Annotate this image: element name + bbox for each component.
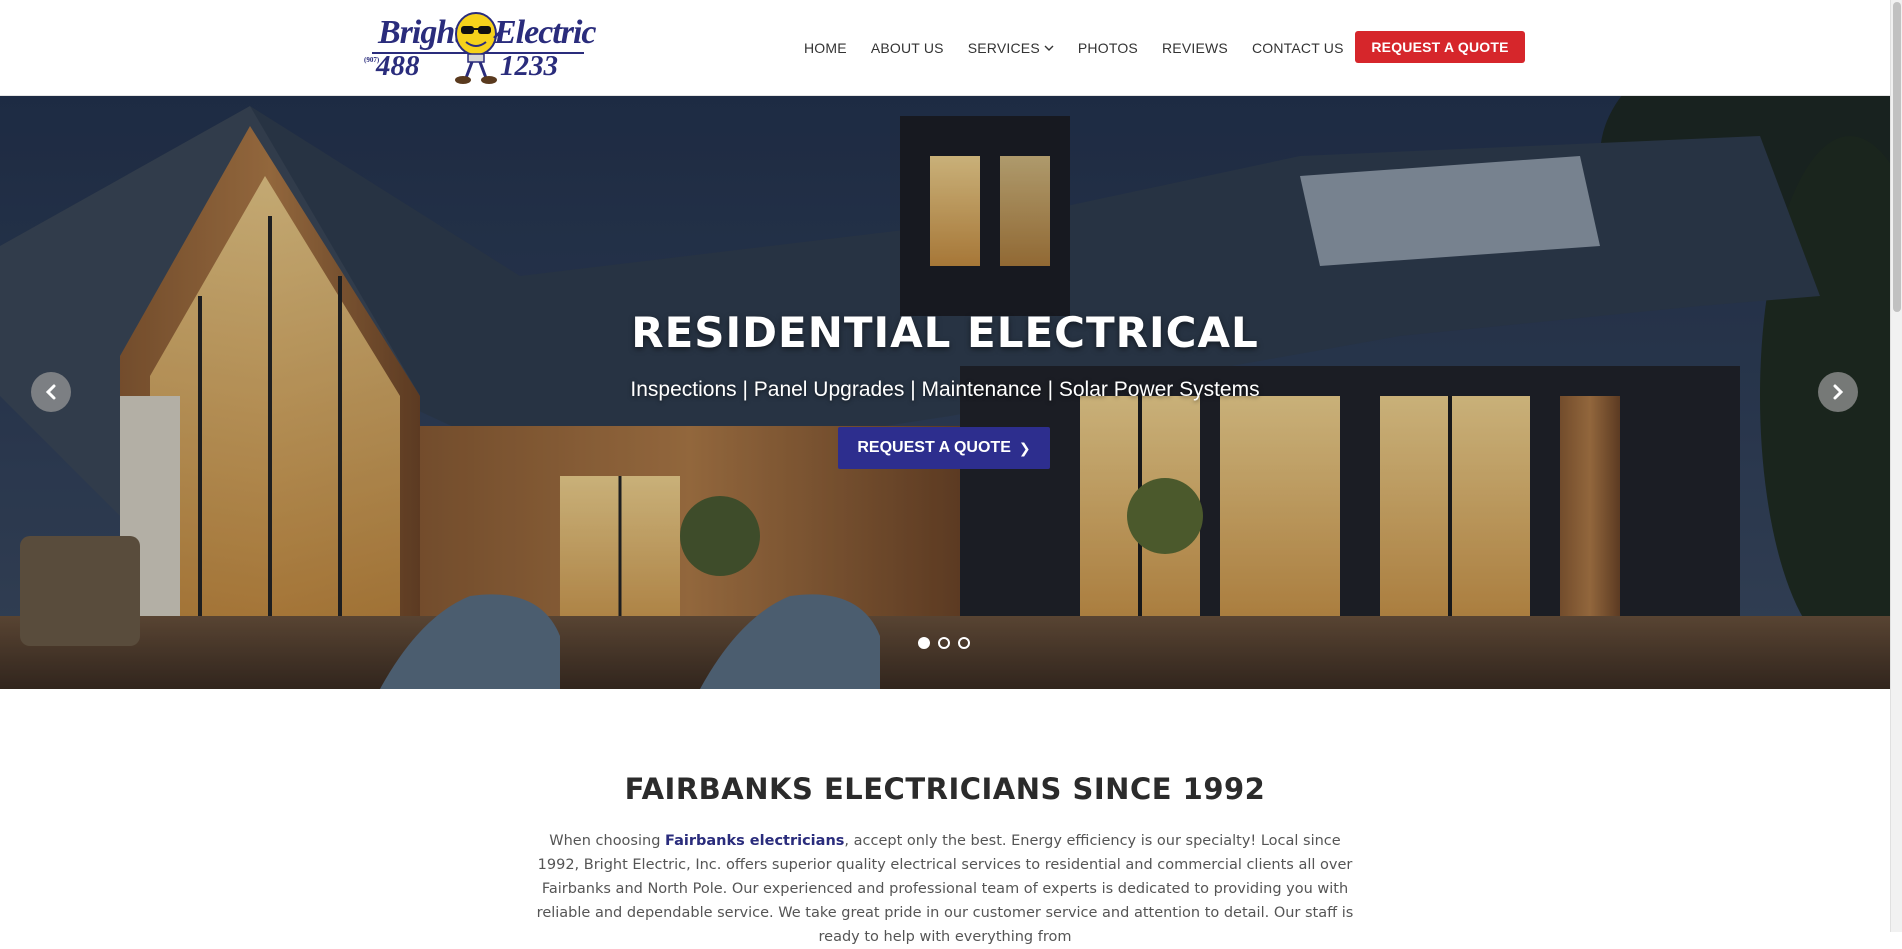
nav-photos[interactable]: PHOTOS bbox=[1078, 40, 1138, 56]
hero-carousel: RESIDENTIAL ELECTRICAL Inspections | Pan… bbox=[0, 96, 1890, 689]
request-quote-button[interactable]: REQUEST A QUOTE bbox=[1355, 31, 1525, 63]
carousel-dot-3[interactable] bbox=[958, 637, 970, 649]
logo-phone-suffix: 1233 bbox=[500, 50, 558, 82]
about-text-before: When choosing bbox=[549, 833, 666, 849]
nav-home[interactable]: HOME bbox=[804, 40, 847, 56]
hero-title: RESIDENTIAL ELECTRICAL bbox=[631, 308, 1259, 357]
about-heading: FAIRBANKS ELECTRICIANS SINCE 1992 bbox=[624, 772, 1266, 806]
logo-phone-prefix: 488 bbox=[376, 50, 420, 82]
carousel-dot-2[interactable] bbox=[938, 637, 950, 649]
nav-services[interactable]: SERVICES bbox=[968, 40, 1054, 56]
scrollbar-thumb[interactable] bbox=[1893, 2, 1901, 312]
hero-request-quote-button[interactable]: REQUEST A QUOTE ❯ bbox=[838, 427, 1050, 469]
chevron-left-icon bbox=[45, 384, 56, 400]
hero-subtitle: Inspections | Panel Upgrades | Maintenan… bbox=[630, 378, 1260, 401]
chevron-right-icon bbox=[1833, 384, 1844, 400]
page-scrollbar[interactable] bbox=[1890, 0, 1902, 932]
lightbulb-mascot-icon bbox=[455, 12, 503, 84]
carousel-indicators bbox=[918, 637, 978, 649]
nav-about-us[interactable]: ABOUT US bbox=[871, 40, 944, 56]
chevron-down-icon bbox=[1044, 45, 1054, 51]
site-header: Bright Electric (907) 488 1233 HOME ABOU… bbox=[0, 0, 1890, 96]
hero-button-label: REQUEST A QUOTE bbox=[857, 439, 1011, 456]
carousel-next-button[interactable] bbox=[1818, 372, 1858, 412]
about-paragraph: When choosing Fairbanks electricians, ac… bbox=[535, 829, 1355, 949]
carousel-dot-1[interactable] bbox=[918, 637, 930, 649]
about-text-after: , accept only the best. Energy efficienc… bbox=[536, 833, 1354, 945]
logo-word-electric: Electric bbox=[494, 14, 597, 51]
site-logo[interactable]: Bright Electric (907) 488 1233 bbox=[362, 12, 600, 86]
nav-contact-us[interactable]: CONTACT US bbox=[1252, 40, 1344, 56]
nav-reviews[interactable]: REVIEWS bbox=[1162, 40, 1228, 56]
main-nav: HOME ABOUT US SERVICES PHOTOS REVIEWS CO… bbox=[804, 38, 1368, 58]
nav-services-label: SERVICES bbox=[967, 40, 1040, 56]
fairbanks-electricians-link[interactable]: Fairbanks electricians bbox=[665, 833, 844, 849]
carousel-prev-button[interactable] bbox=[31, 372, 71, 412]
chevron-right-small-icon: ❯ bbox=[1018, 439, 1031, 456]
